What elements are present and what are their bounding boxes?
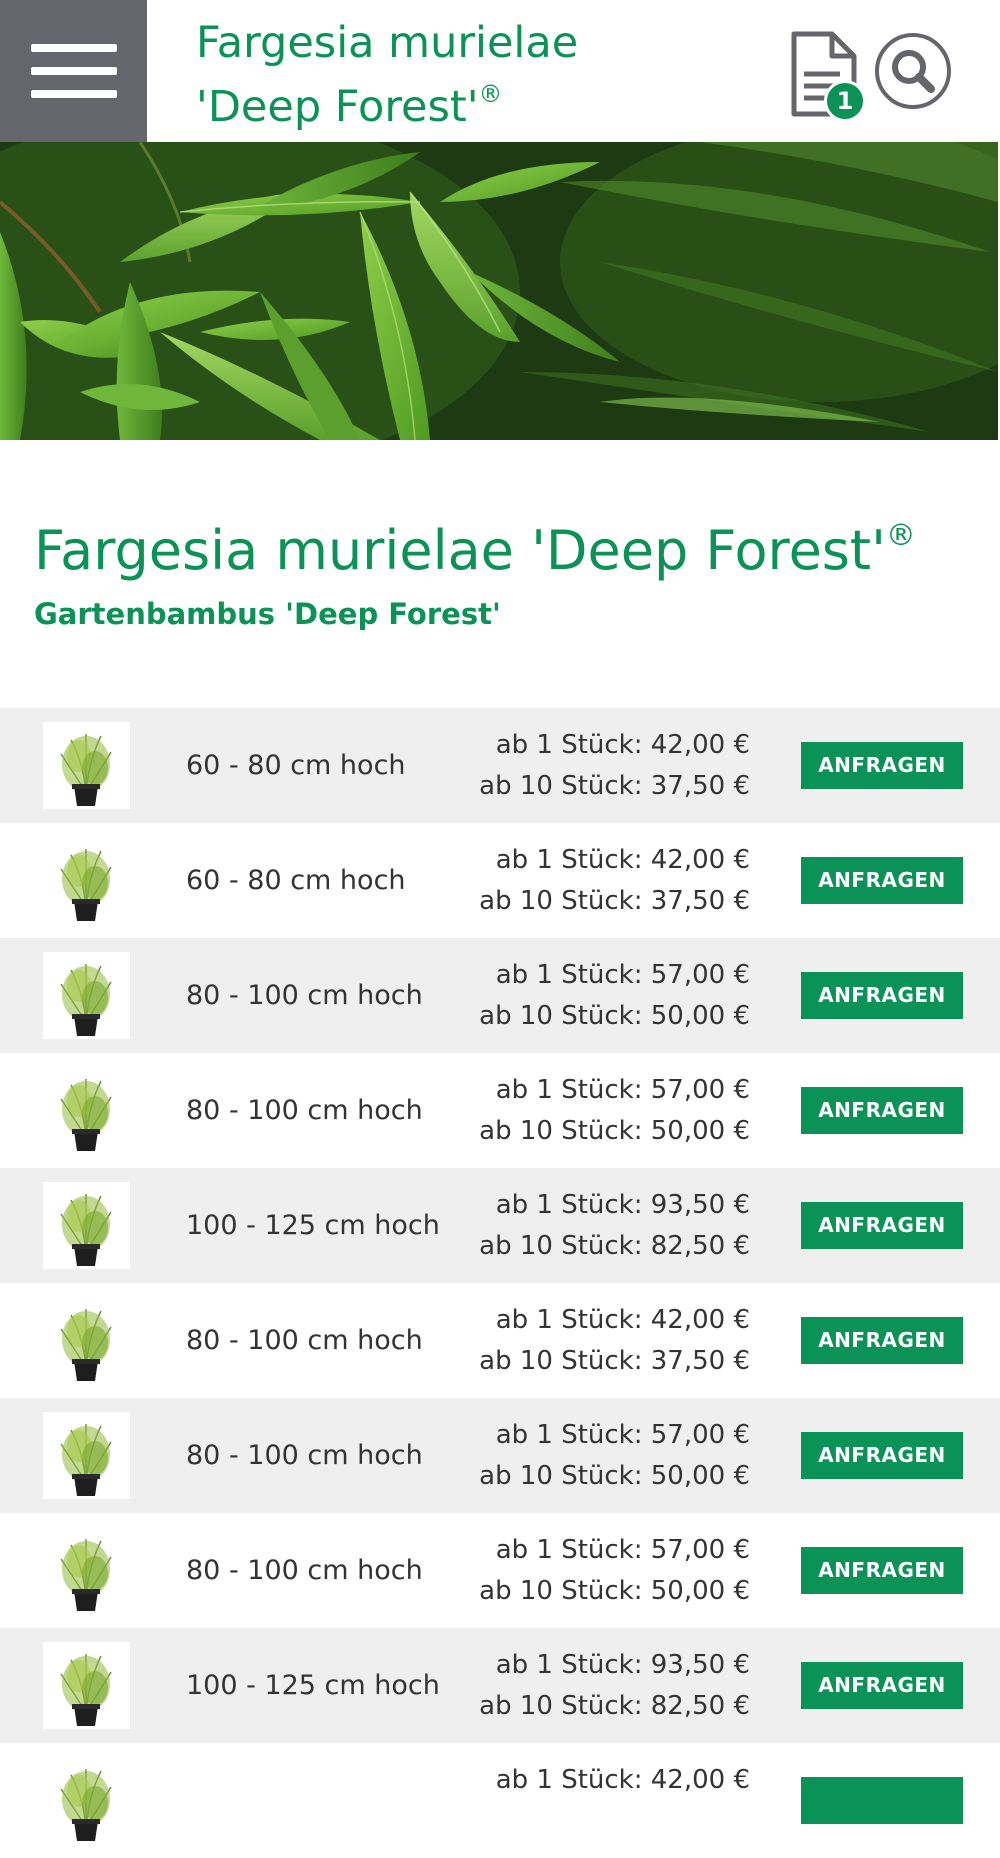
notes-count-badge[interactable]: 1 bbox=[824, 80, 866, 122]
table-row: 80 - 100 cm hoch ab 1 Stück: 57,00 € ab … bbox=[0, 1053, 1000, 1168]
table-row: 60 - 80 cm hoch ab 1 Stück: 42,00 € ab 1… bbox=[0, 823, 1000, 938]
price-info: ab 1 Stück: 93,50 € ab 10 Stück: 82,50 € bbox=[479, 1185, 750, 1267]
product-variant-list: 60 - 80 cm hoch ab 1 Stück: 42,00 € ab 1… bbox=[0, 708, 1000, 1858]
potted-bamboo-icon bbox=[60, 1539, 112, 1611]
plant-thumbnail[interactable] bbox=[43, 1527, 130, 1614]
price-single: ab 1 Stück: 57,00 € bbox=[495, 960, 750, 990]
size-label: 60 - 80 cm hoch bbox=[186, 865, 406, 896]
price-info: ab 1 Stück: 57,00 € ab 10 Stück: 50,00 € bbox=[479, 1415, 750, 1497]
anfragen-button[interactable] bbox=[801, 1777, 963, 1824]
anfragen-button[interactable]: ANFRAGEN bbox=[801, 1662, 963, 1709]
plant-thumbnail[interactable] bbox=[43, 1297, 130, 1384]
price-bulk: ab 10 Stück: 82,50 € bbox=[479, 1691, 750, 1721]
price-bulk: ab 10 Stück: 37,50 € bbox=[479, 1346, 750, 1376]
size-label: 80 - 100 cm hoch bbox=[186, 980, 423, 1011]
plant-thumbnail[interactable] bbox=[43, 952, 130, 1039]
potted-bamboo-icon bbox=[60, 964, 112, 1036]
size-label: 100 - 125 cm hoch bbox=[186, 1210, 440, 1241]
menu-button[interactable] bbox=[0, 0, 147, 142]
size-label: 80 - 100 cm hoch bbox=[186, 1555, 423, 1586]
plant-thumbnail[interactable] bbox=[43, 722, 130, 809]
registered-mark: ® bbox=[478, 80, 503, 108]
page-title: Fargesia murielae 'Deep Forest'® bbox=[34, 518, 916, 582]
plant-thumbnail[interactable] bbox=[43, 1067, 130, 1154]
table-row: 80 - 100 cm hoch ab 1 Stück: 57,00 € ab … bbox=[0, 1513, 1000, 1628]
price-bulk: ab 10 Stück: 50,00 € bbox=[479, 1001, 750, 1031]
anfragen-button[interactable]: ANFRAGEN bbox=[801, 1432, 963, 1479]
price-info: ab 1 Stück: 57,00 € ab 10 Stück: 50,00 € bbox=[479, 1530, 750, 1612]
size-label: 60 - 80 cm hoch bbox=[186, 750, 406, 781]
price-single: ab 1 Stück: 42,00 € bbox=[495, 1765, 750, 1795]
potted-bamboo-icon bbox=[60, 1079, 112, 1151]
price-info: ab 1 Stück: 42,00 € ab 10 Stück: 37,50 € bbox=[479, 725, 750, 807]
price-info: ab 1 Stück: 42,00 € bbox=[496, 1760, 750, 1801]
anfragen-button[interactable]: ANFRAGEN bbox=[801, 1087, 963, 1134]
table-row: 100 - 125 cm hoch ab 1 Stück: 93,50 € ab… bbox=[0, 1168, 1000, 1283]
potted-bamboo-icon bbox=[60, 1309, 112, 1381]
bamboo-leaves-illustration bbox=[0, 142, 998, 440]
anfragen-button[interactable]: ANFRAGEN bbox=[801, 972, 963, 1019]
price-single: ab 1 Stück: 93,50 € bbox=[495, 1190, 750, 1220]
table-row: 80 - 100 cm hoch ab 1 Stück: 57,00 € ab … bbox=[0, 938, 1000, 1053]
registered-mark: ® bbox=[885, 518, 916, 553]
price-single: ab 1 Stück: 42,00 € bbox=[495, 730, 750, 760]
plant-thumbnail[interactable] bbox=[43, 1182, 130, 1269]
table-row: 80 - 100 cm hoch ab 1 Stück: 42,00 € ab … bbox=[0, 1283, 1000, 1398]
potted-bamboo-icon bbox=[60, 734, 112, 806]
price-bulk: ab 10 Stück: 50,00 € bbox=[479, 1576, 750, 1606]
price-single: ab 1 Stück: 57,00 € bbox=[495, 1420, 750, 1450]
plant-thumbnail[interactable] bbox=[43, 837, 130, 924]
header-title-line2: 'Deep Forest'® bbox=[196, 80, 503, 132]
size-label: 80 - 100 cm hoch bbox=[186, 1440, 423, 1471]
hero-bamboo-image bbox=[0, 142, 998, 440]
anfragen-button[interactable]: ANFRAGEN bbox=[801, 1547, 963, 1594]
plant-thumbnail[interactable] bbox=[43, 1757, 130, 1844]
price-single: ab 1 Stück: 42,00 € bbox=[495, 1305, 750, 1335]
header-title: Fargesia murielae 'Deep Forest'® bbox=[196, 18, 756, 133]
size-label: 80 - 100 cm hoch bbox=[186, 1325, 423, 1356]
price-bulk: ab 10 Stück: 82,50 € bbox=[479, 1231, 750, 1261]
hamburger-menu-icon bbox=[30, 44, 117, 52]
potted-bamboo-icon bbox=[60, 1769, 112, 1841]
price-single: ab 1 Stück: 42,00 € bbox=[495, 845, 750, 875]
potted-bamboo-icon bbox=[60, 1194, 112, 1266]
page-subtitle: Gartenbambus 'Deep Forest' bbox=[34, 597, 501, 631]
price-single: ab 1 Stück: 57,00 € bbox=[495, 1075, 750, 1105]
potted-bamboo-icon bbox=[60, 1654, 112, 1726]
table-row: 80 - 100 cm hoch ab 1 Stück: 57,00 € ab … bbox=[0, 1398, 1000, 1513]
price-info: ab 1 Stück: 57,00 € ab 10 Stück: 50,00 € bbox=[479, 1070, 750, 1152]
anfragen-button[interactable]: ANFRAGEN bbox=[801, 1202, 963, 1249]
price-bulk: ab 10 Stück: 37,50 € bbox=[479, 886, 750, 916]
price-single: ab 1 Stück: 57,00 € bbox=[495, 1535, 750, 1565]
plant-thumbnail[interactable] bbox=[43, 1412, 130, 1499]
price-info: ab 1 Stück: 42,00 € ab 10 Stück: 37,50 € bbox=[479, 1300, 750, 1382]
table-row: 60 - 80 cm hoch ab 1 Stück: 42,00 € ab 1… bbox=[0, 708, 1000, 823]
price-info: ab 1 Stück: 93,50 € ab 10 Stück: 82,50 € bbox=[479, 1645, 750, 1727]
price-bulk: ab 10 Stück: 37,50 € bbox=[479, 771, 750, 801]
plant-thumbnail[interactable] bbox=[43, 1642, 130, 1729]
potted-bamboo-icon bbox=[60, 849, 112, 921]
potted-bamboo-icon bbox=[60, 1424, 112, 1496]
search-icon[interactable] bbox=[874, 32, 952, 110]
price-info: ab 1 Stück: 57,00 € ab 10 Stück: 50,00 € bbox=[479, 955, 750, 1037]
anfragen-button[interactable]: ANFRAGEN bbox=[801, 742, 963, 789]
size-label: 100 - 125 cm hoch bbox=[186, 1670, 440, 1701]
hamburger-menu-icon bbox=[30, 67, 117, 75]
price-bulk: ab 10 Stück: 50,00 € bbox=[479, 1116, 750, 1146]
anfragen-button[interactable]: ANFRAGEN bbox=[801, 1317, 963, 1364]
table-row: 100 - 125 cm hoch ab 1 Stück: 93,50 € ab… bbox=[0, 1628, 1000, 1743]
price-info: ab 1 Stück: 42,00 € ab 10 Stück: 37,50 € bbox=[479, 840, 750, 922]
site-header: Fargesia murielae 'Deep Forest'® 1 bbox=[0, 0, 1000, 142]
anfragen-button[interactable]: ANFRAGEN bbox=[801, 857, 963, 904]
size-label: 80 - 100 cm hoch bbox=[186, 1095, 423, 1126]
table-row: ab 1 Stück: 42,00 € bbox=[0, 1743, 1000, 1858]
hamburger-menu-icon bbox=[30, 90, 117, 98]
header-title-line1: Fargesia murielae bbox=[196, 18, 579, 68]
price-bulk: ab 10 Stück: 50,00 € bbox=[479, 1461, 750, 1491]
price-single: ab 1 Stück: 93,50 € bbox=[495, 1650, 750, 1680]
